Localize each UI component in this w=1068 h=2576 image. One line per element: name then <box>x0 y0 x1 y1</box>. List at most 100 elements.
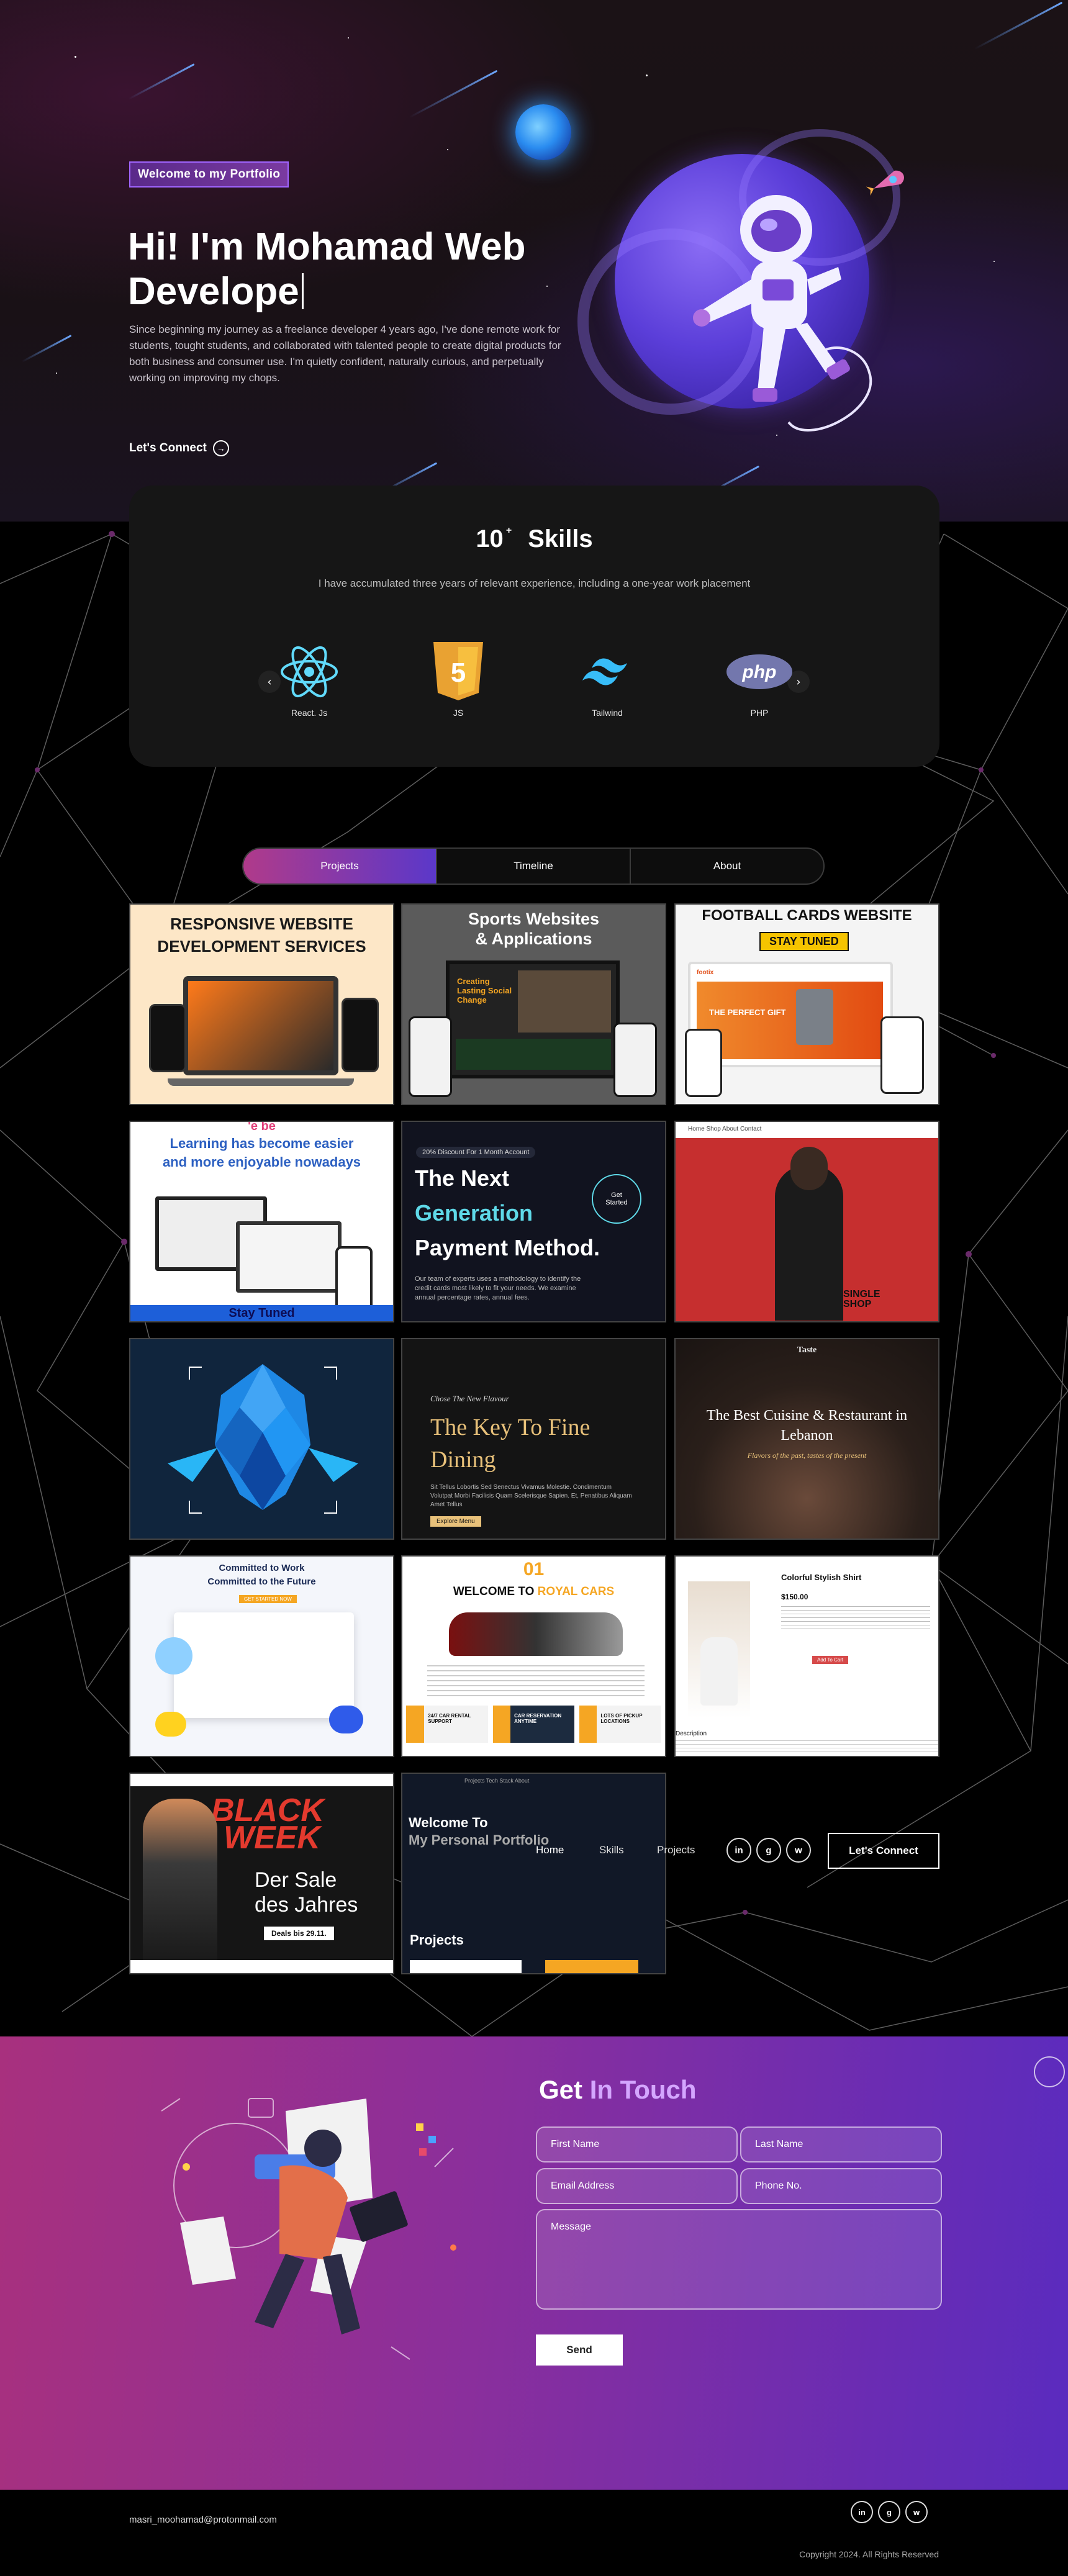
project-hero-text: THE PERFECT GIFT <box>709 1008 786 1017</box>
nav-item-home[interactable]: Home <box>536 1844 564 1856</box>
skills-subtitle: I have accumulated three years of releva… <box>318 577 751 589</box>
project-title-line1: The Key To Fine <box>430 1414 591 1440</box>
react-icon <box>281 646 338 698</box>
footer-whatsapp-link[interactable]: w <box>905 2501 928 2523</box>
footer-email[interactable]: masri_moohamad@protonmail.com <box>129 2515 277 2525</box>
linkedin-icon: in <box>858 2507 866 2517</box>
project-card-portfolio[interactable]: Projects Tech Stack About Welcome To My … <box>401 1773 666 1974</box>
product-price: $150.00 <box>781 1593 808 1601</box>
footer: masri_moohamad@protonmail.com in g w Cop… <box>0 2490 1068 2576</box>
arrow-right-icon: → <box>212 440 229 456</box>
project-description: Sit Tellus Lobortis Sed Senectus Vivamus… <box>430 1484 632 1508</box>
project-title-line2: Generation <box>415 1200 533 1226</box>
project-title-b: ROYAL CARS <box>537 1585 615 1598</box>
skill-label: React. Js <box>291 708 328 718</box>
footer-linkedin-link[interactable]: in <box>851 2501 873 2523</box>
php-logo-text: php <box>742 662 777 682</box>
project-card-ai-face[interactable] <box>129 1338 394 1540</box>
nav-item-projects[interactable]: Projects <box>657 1844 695 1856</box>
skill-item-js: 5 JS <box>415 641 502 718</box>
skill-label: Tailwind <box>592 708 623 718</box>
project-title-line2: & Applications <box>475 929 592 948</box>
project-title-line1: Committed to Work <box>219 1563 305 1573</box>
whatsapp-link[interactable]: w <box>786 1838 811 1863</box>
skills-title-text: Skills <box>528 525 593 553</box>
hero-connect-label: Let's Connect <box>129 441 207 454</box>
footer-github-link[interactable]: g <box>878 2501 900 2523</box>
footer-copyright: Copyright 2024. All Rights Reserved <box>799 2549 939 2559</box>
first-name-input[interactable]: First Name <box>536 2126 738 2162</box>
project-title: FOOTBALL CARDS WEBSITE <box>702 907 912 924</box>
last-name-input[interactable]: Last Name <box>740 2126 942 2162</box>
deals-badge: Deals bis 29.11. <box>264 1927 334 1940</box>
brand-name: footix <box>697 969 714 976</box>
portfolio-nav: Projects Tech Stack About <box>464 1778 530 1784</box>
linkedin-link[interactable]: in <box>726 1838 751 1863</box>
shop-nav: Home Shop About Contact <box>688 1126 762 1132</box>
email-input[interactable]: Email Address <box>536 2168 738 2204</box>
typing-cursor <box>301 273 304 309</box>
stay-tuned-badge: STAY TUNED <box>759 932 849 951</box>
project-title-line3: Payment Method. <box>415 1235 600 1260</box>
sale-line1: Der Sale <box>255 1868 337 1892</box>
whatsapp-icon: w <box>795 1845 802 1856</box>
project-card-fine-dining[interactable]: Chose The New Flavour The Key To Fine Di… <box>401 1338 666 1540</box>
message-textarea[interactable]: Message <box>536 2209 942 2310</box>
project-title-line1: Learning has become easier <box>170 1136 354 1151</box>
html5-badge-number: 5 <box>451 658 466 688</box>
project-card-payment[interactable]: 20% Discount For 1 Month Account The Nex… <box>401 1121 666 1322</box>
projects-section-label: Projects <box>410 1932 464 1948</box>
hero-section: Welcome to my Portfolio Hi! I'm Mohamad … <box>0 0 1068 522</box>
phone-input[interactable]: Phone No. <box>740 2168 942 2204</box>
project-card-responsive[interactable]: RESPONSIVE WEBSITE DEVELOPMENT SERVICES <box>129 903 394 1105</box>
github-icon: g <box>766 1845 772 1856</box>
project-card-football[interactable]: FOOTBALL CARDS WEBSITE STAY TUNED footix… <box>674 903 939 1105</box>
royal-number: 01 <box>523 1559 545 1579</box>
project-title-line1: Welcome To <box>409 1815 488 1830</box>
hero-description: Since beginning my journey as a freelanc… <box>129 323 561 384</box>
restaurant-brand: Taste <box>797 1345 817 1355</box>
contact-illustration <box>161 2098 456 2360</box>
project-card-black-week[interactable]: BLACK WEEK Der Sale des Jahres Deals bis… <box>129 1773 394 1974</box>
restaurant-subtitle: Flavors of the past, tastes of the prese… <box>747 1451 867 1460</box>
project-title-line1: The Next <box>415 1165 510 1191</box>
scroll-ring <box>1034 2056 1065 2087</box>
skills-count-plus: + <box>505 525 512 536</box>
project-title-line2: Lebanon <box>781 1427 833 1444</box>
skills-card: 10 + Skills I have accumulated three years… <box>129 486 939 767</box>
tab-timeline[interactable]: Timeline <box>437 849 631 884</box>
project-title-line2: Dining <box>430 1447 496 1473</box>
php-icon: php <box>726 654 792 689</box>
project-card-sports[interactable]: Sports Websites & Applications Creating … <box>401 903 666 1105</box>
add-to-cart-button: Add To Cart <box>812 1656 849 1664</box>
content-tabs: Projects Timeline About <box>242 847 825 885</box>
get-started-button: GET STARTED NOW <box>239 1595 297 1603</box>
send-button[interactable]: Send <box>536 2334 623 2366</box>
project-card-shop[interactable]: Home Shop About Contact SINGLE SHOP <box>674 1121 939 1322</box>
moon-illustration <box>515 104 571 160</box>
project-description: Our team of experts uses a methodology t… <box>415 1275 581 1301</box>
tab-projects[interactable]: Projects <box>243 849 437 884</box>
promo-badge: 20% Discount For 1 Month Account <box>416 1147 536 1158</box>
project-card-royal-cars[interactable]: 01 WELCOME TO ROYAL CARS 24/7 CAR RENTAL… <box>401 1555 666 1757</box>
project-card-product[interactable]: Colorful Stylish Shirt $150.00 Add To Ca… <box>674 1555 939 1757</box>
project-inner-text: Creating Lasting Social Change <box>457 977 512 1005</box>
laptop-mockup <box>183 976 338 1075</box>
stay-tuned-footer: Stay Tuned <box>130 1305 393 1321</box>
project-top-text: 'e be <box>248 1121 276 1133</box>
github-link[interactable]: g <box>756 1838 781 1863</box>
astronaut-illustration <box>693 195 872 432</box>
hero-connect-link[interactable]: Let's Connect → <box>129 440 229 456</box>
description-label: Description <box>676 1730 707 1737</box>
project-card-committed[interactable]: Committed to Work Committed to the Futur… <box>129 1555 394 1757</box>
nav-item-skills[interactable]: Skills <box>599 1844 624 1856</box>
tailwind-icon <box>582 658 627 685</box>
tab-about[interactable]: About <box>631 849 823 884</box>
project-card-learning[interactable]: 'e be Learning has become easier and mor… <box>129 1121 394 1322</box>
feature-text: LOTS OF PICKUP LOCATIONS <box>600 1713 643 1724</box>
welcome-badge: Welcome to my Portfolio <box>129 161 289 188</box>
product-title: Colorful Stylish Shirt <box>781 1573 862 1582</box>
feature-text: 24/7 CAR RENTAL SUPPORT <box>428 1713 471 1724</box>
nav-connect-button[interactable]: Let's Connect <box>828 1833 939 1869</box>
project-card-restaurant[interactable]: Taste The Best Cuisine & Restaurant in L… <box>674 1338 939 1540</box>
